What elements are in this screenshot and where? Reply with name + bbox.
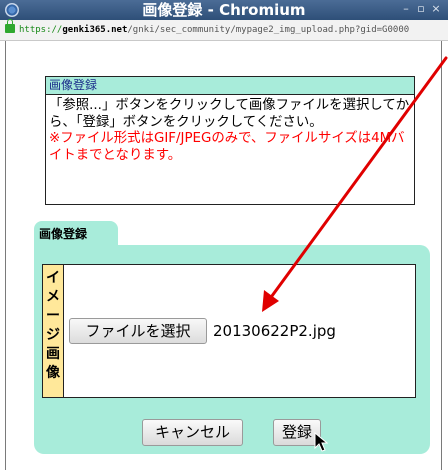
info-heading: 画像登録	[46, 77, 414, 95]
window-frame-right	[441, 41, 448, 470]
url-path: /gnki/sec_community/mypage2_img_upload.p…	[127, 25, 410, 35]
url-scheme: https://	[19, 25, 63, 35]
address-bar[interactable]: https://genki365.net/gnki/sec_community/…	[0, 19, 448, 41]
side-label-char: ジ	[46, 327, 60, 343]
url-host: genki365.net	[62, 25, 128, 35]
cancel-button[interactable]: キャンセル	[142, 419, 243, 446]
choose-file-button[interactable]: ファイルを選択	[69, 318, 207, 344]
upload-section-tab: 画像登録	[34, 221, 118, 245]
info-body: 「参照...」ボタンをクリックして画像ファイルを選択してから、「登録」ボタンをク…	[46, 95, 414, 164]
side-label-char: 画	[46, 346, 60, 362]
selected-file-name: 20130622P2.jpg	[213, 322, 336, 340]
file-format-note: ※ファイル形式はGIF/JPEGのみで、ファイルサイズは4Mバイトまでとなります…	[49, 131, 405, 163]
window-title: 画像登録 - Chromium	[142, 1, 306, 19]
side-label-char: イ	[46, 270, 60, 286]
image-side-label: イ メ ー ジ 画 像	[42, 264, 64, 398]
maximize-button[interactable]: ▫	[415, 2, 427, 16]
close-button[interactable]: ×	[430, 2, 442, 16]
info-box: 画像登録 「参照...」ボタンをクリックして画像ファイルを選択してから、「登録」…	[45, 76, 415, 205]
side-label-char: メ	[46, 289, 60, 305]
mouse-pointer-icon	[314, 432, 328, 452]
side-label-char: ー	[46, 308, 60, 324]
window-frame-left	[0, 41, 6, 470]
instructions-text: 「参照...」ボタンをクリックして画像ファイルを選択してから、「登録」ボタンをク…	[49, 98, 410, 130]
minimize-button[interactable]: –	[400, 2, 412, 16]
side-label-char: 像	[46, 365, 60, 381]
lock-icon	[5, 19, 15, 33]
window-titlebar: 画像登録 - Chromium – ▫ ×	[0, 0, 448, 20]
url-text[interactable]: https://genki365.net/gnki/sec_community/…	[19, 23, 409, 37]
